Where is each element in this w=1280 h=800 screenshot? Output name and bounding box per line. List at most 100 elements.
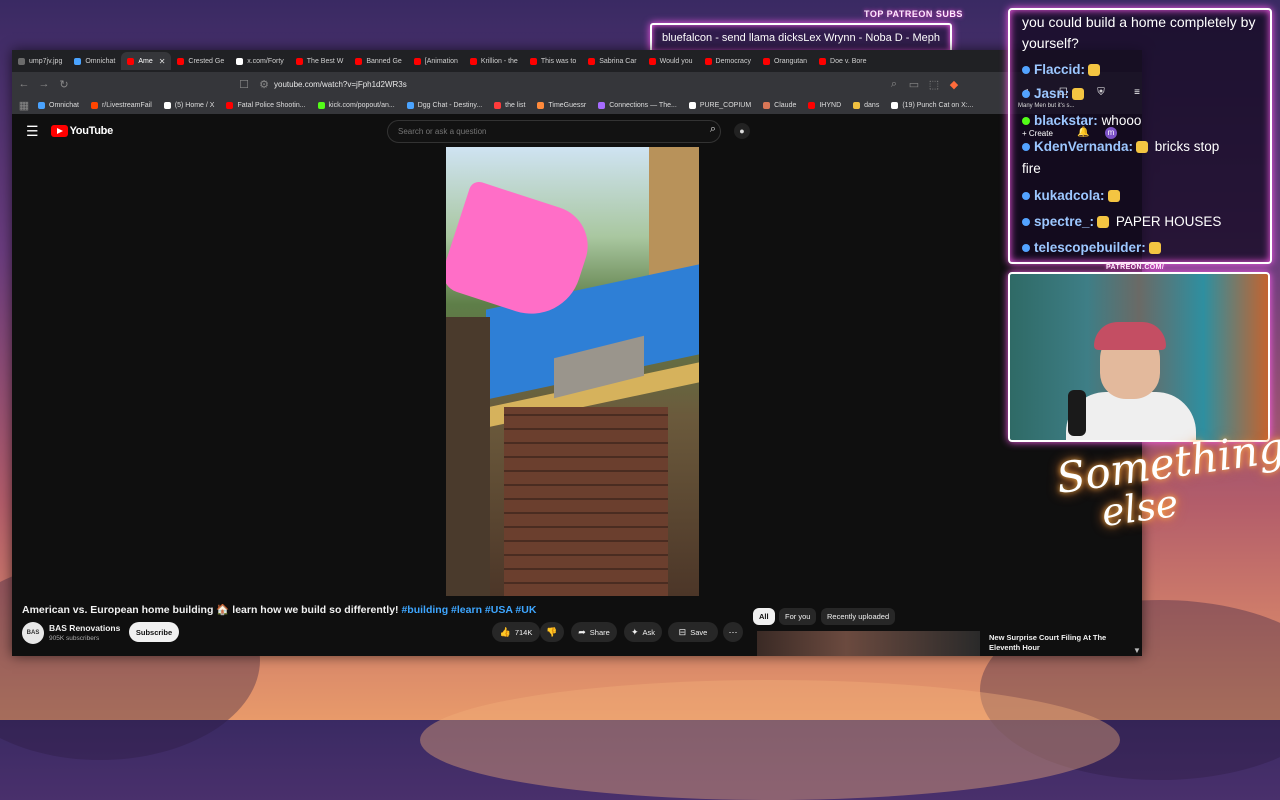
bookmark-10[interactable]: Claude (757, 101, 802, 109)
bookmark-3[interactable]: Fatal Police Shootin... (220, 101, 311, 109)
tab-label: The Best W (306, 57, 344, 65)
tab-label: x.com/Forty (247, 57, 284, 65)
ask-button[interactable]: ✦ Ask (624, 622, 662, 642)
tab-label: Would you (659, 57, 693, 65)
patreon-header: TOP PATREON SUBS (864, 9, 963, 19)
tab-favicon-icon (529, 57, 537, 65)
create-label: Create (1028, 129, 1053, 138)
tab-3[interactable]: Crested Ge (171, 52, 230, 70)
bookmark-label: (5) Home / X (174, 101, 215, 109)
chip-for-you[interactable]: For you (779, 608, 817, 625)
forward-icon[interactable]: → (36, 78, 52, 90)
reload-icon[interactable]: ↻ (56, 78, 72, 91)
like-count: 714K (514, 627, 533, 637)
platform-icon (1022, 143, 1030, 152)
chip-all[interactable]: All (753, 608, 775, 625)
brave-shield-icon[interactable]: ◆ (946, 78, 962, 91)
tab-8[interactable]: Krillion - the (464, 52, 524, 70)
bookmark-favicon-icon (90, 101, 98, 109)
search-box[interactable]: ⌕ (387, 120, 721, 143)
bookmark-13[interactable]: (19) Punch Cat on X:... (885, 101, 979, 109)
tab-label: This was to (540, 57, 577, 65)
url-input[interactable] (272, 78, 796, 90)
tab-6[interactable]: Banned Ge (349, 52, 407, 70)
apps-icon[interactable]: ▦ (16, 99, 32, 112)
close-tab-icon[interactable]: ✕ (159, 57, 166, 66)
zoom-icon[interactable]: ⌕ (886, 78, 902, 91)
chip-recently-uploaded[interactable]: Recently uploaded (821, 608, 896, 625)
tab-10[interactable]: Sabrina Car (582, 52, 642, 70)
chat-message: Flaccid: (1022, 62, 1103, 77)
extension-icon[interactable]: ⬚ (926, 78, 942, 91)
bookmark-9[interactable]: PURE_COPIUM (683, 101, 757, 109)
tab-11[interactable]: Would you (643, 52, 699, 70)
account-avatar[interactable]: m (1105, 127, 1117, 139)
bookmark-0[interactable]: Omnichat (32, 101, 85, 109)
site-info-icon[interactable]: ⚙ (256, 78, 272, 91)
tab-label: [Animation (424, 57, 458, 65)
menu-icon[interactable]: ≡ (1134, 87, 1140, 98)
bookmark-favicon-icon (808, 101, 816, 109)
tab-14[interactable]: Doe v. Bore (813, 52, 872, 70)
tab-label: Crested Ge (188, 57, 225, 65)
video-player[interactable] (446, 147, 699, 596)
address-bar[interactable]: ☐ ⚙ (232, 75, 832, 93)
save-button[interactable]: ⊟ Save (668, 622, 718, 642)
shield-icon[interactable]: ⛨ (1097, 87, 1105, 98)
bookmark-label: Fatal Police Shootin... (237, 101, 306, 109)
chat-top-message: you could build a home completely by you… (1022, 14, 1256, 51)
bookmark-5[interactable]: Dgg Chat - Destiny... (401, 101, 488, 109)
search-input[interactable] (396, 126, 680, 137)
menu-icon[interactable]: ☰ (26, 123, 39, 140)
tab-12[interactable]: Democracy (699, 52, 757, 70)
tab-label: Krillion - the (480, 57, 518, 65)
tab-7[interactable]: [Animation (408, 52, 464, 70)
bell-icon[interactable]: 🔔 (1077, 127, 1089, 138)
bookmark-11[interactable]: IHYND (802, 101, 847, 109)
tab-9[interactable]: This was to (524, 52, 582, 70)
like-button[interactable]: 👍 714K (492, 622, 540, 642)
recommended-title[interactable]: New Surprise Court Filing At The Elevent… (989, 633, 1119, 653)
bookmark-7[interactable]: TimeGuessr (531, 101, 592, 109)
bookmark-6[interactable]: the list (488, 101, 531, 109)
channel-name[interactable]: BAS Renovations (49, 623, 120, 633)
bookmark-4[interactable]: kick.com/popout/an... (312, 101, 401, 109)
recommended-thumbnail[interactable] (757, 631, 980, 656)
background-shape (420, 680, 1120, 800)
platform-icon (1022, 66, 1030, 75)
subscribe-button[interactable]: Subscribe (129, 622, 179, 642)
tab-favicon-icon (469, 57, 477, 65)
share-label: Share (589, 627, 610, 637)
dislike-button[interactable]: 👎 (540, 622, 564, 642)
share-button[interactable]: ➦ Share (571, 622, 617, 642)
microphone-icon[interactable]: ● (734, 123, 750, 139)
bookmark-8[interactable]: Connections — The... (592, 101, 683, 109)
tab-13[interactable]: Orangutan (757, 52, 813, 70)
bookmark-12[interactable]: dans (847, 101, 885, 109)
tab-5[interactable]: The Best W (290, 52, 350, 70)
youtube-logo[interactable]: YouTube (50, 125, 113, 137)
bookmark-label: r/LivestreamFail (101, 101, 152, 109)
tab-2[interactable]: Ame ✕ (121, 52, 172, 70)
scroll-down-icon[interactable]: ▼ (1133, 646, 1141, 655)
chat-text: PAPER HOUSES (1115, 214, 1222, 229)
more-actions-icon[interactable]: ⋯ (723, 622, 743, 642)
video-title-hashtags[interactable]: #building #learn #USA #UK (399, 604, 536, 616)
search-icon[interactable]: ⌕ (710, 123, 716, 136)
tab-favicon-icon (819, 57, 827, 65)
tab-4[interactable]: x.com/Forty (230, 52, 290, 70)
create-button[interactable]: + Create (1022, 129, 1053, 138)
back-icon[interactable]: ← (16, 78, 32, 90)
bookmark-icon[interactable]: ☐ (236, 78, 252, 91)
tab-label: Democracy (715, 57, 751, 65)
bookmark-label: TimeGuessr (548, 101, 587, 109)
tab-favicon-icon (74, 57, 82, 65)
chat-username: Flaccid: (1034, 62, 1086, 77)
cast-icon[interactable]: ▭ (906, 78, 922, 91)
bookmark-2[interactable]: (5) Home / X (158, 101, 221, 109)
tab-1[interactable]: Omnichat (68, 52, 121, 70)
chat-text: fire (1022, 161, 1041, 176)
tab-0[interactable]: ump7jv.jpg (12, 52, 68, 70)
bookmark-1[interactable]: r/LivestreamFail (85, 101, 158, 109)
channel-avatar[interactable]: BAS (22, 622, 44, 644)
